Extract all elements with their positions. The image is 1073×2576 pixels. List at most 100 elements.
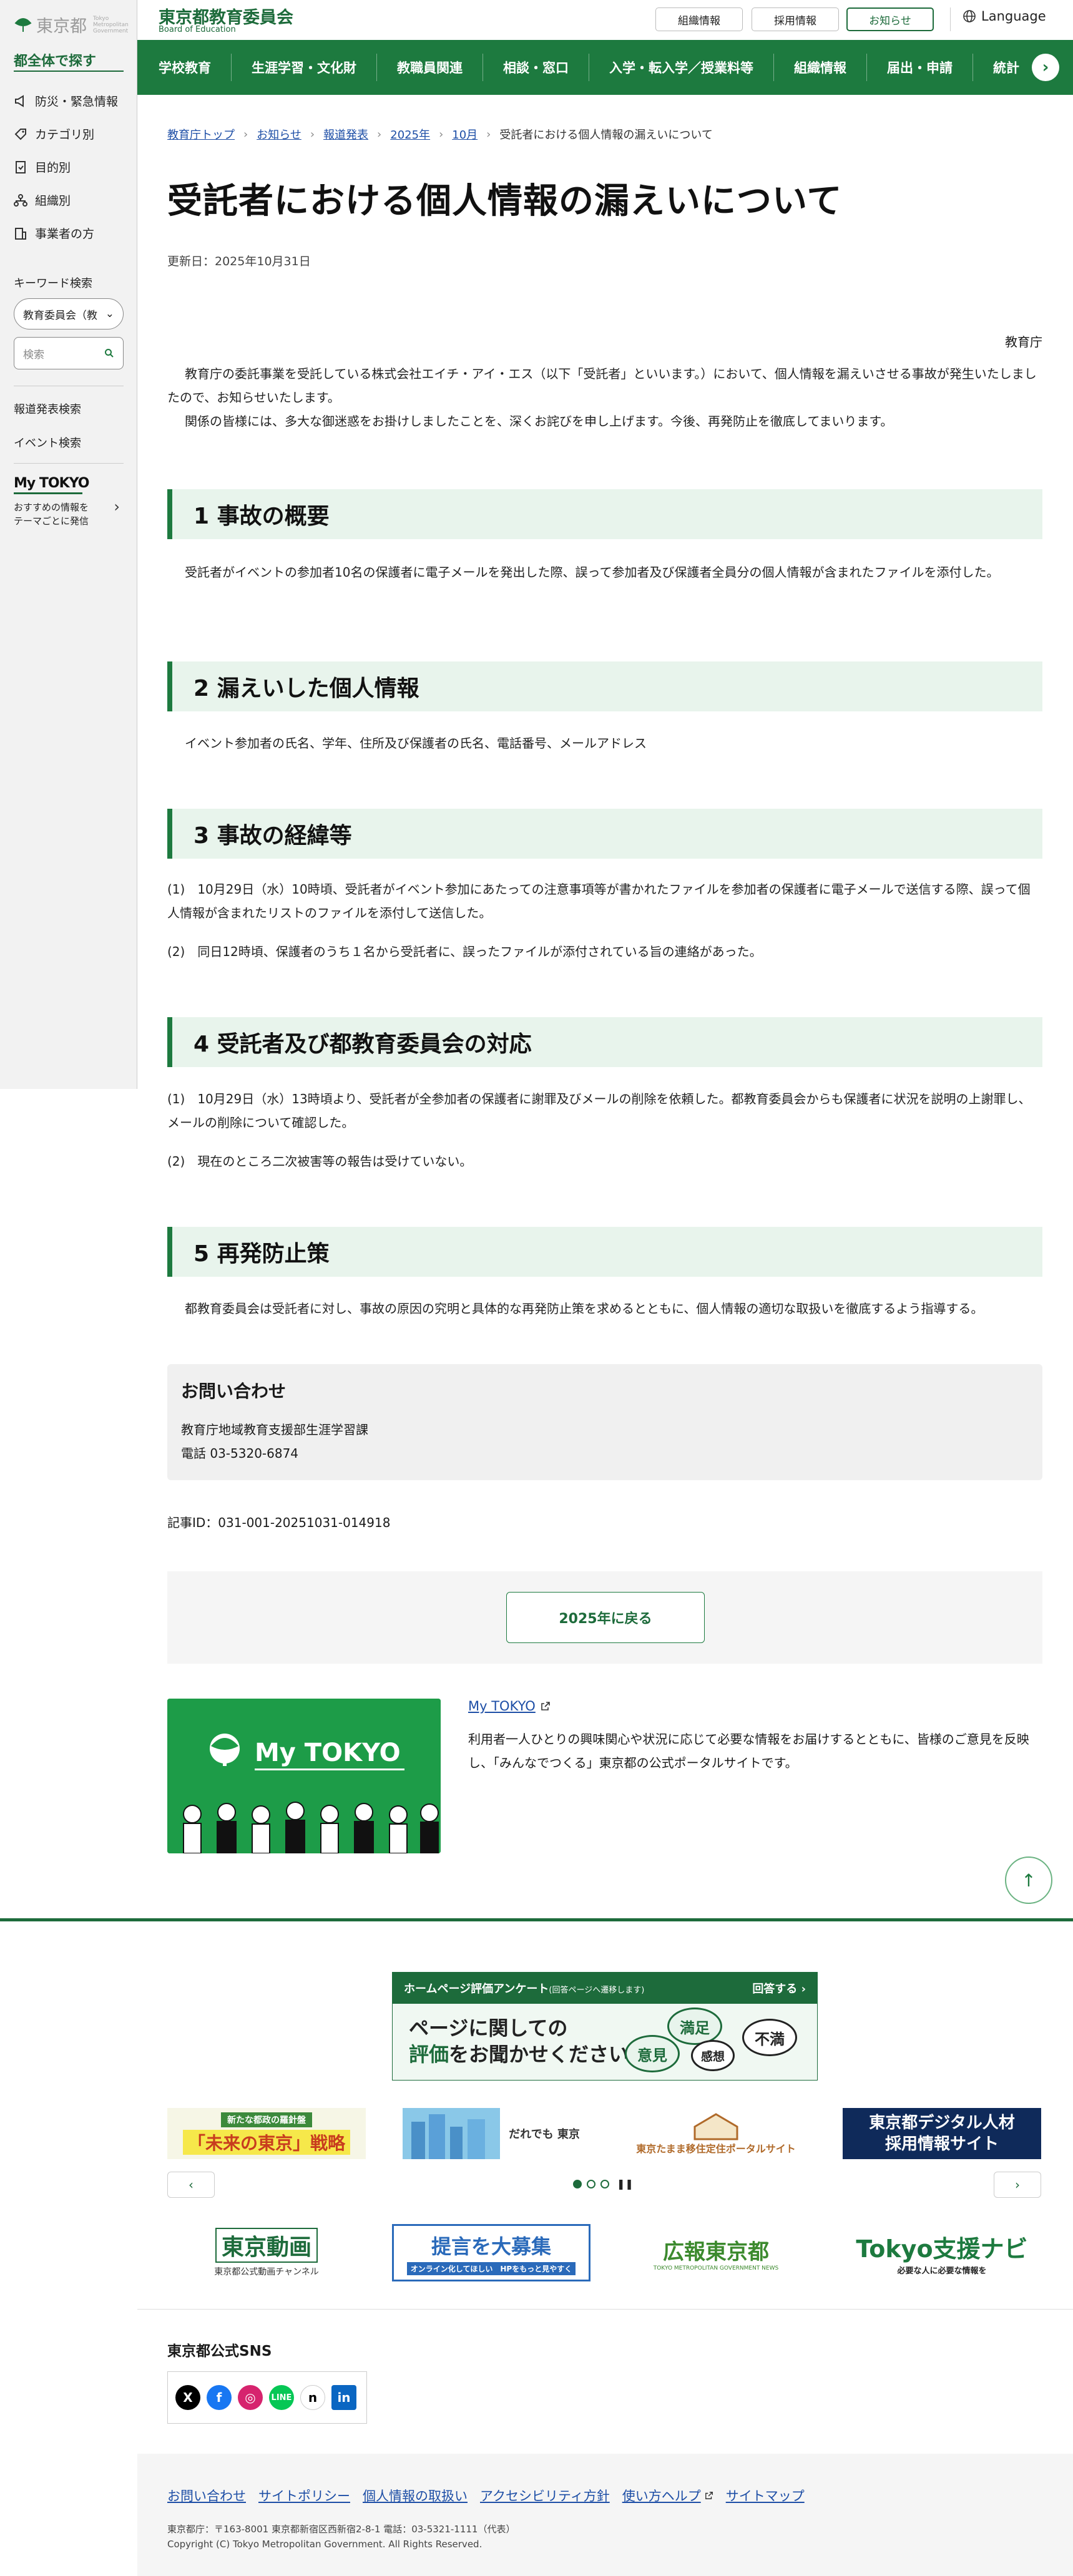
mytokyo-side-logo-text: My TOKYO — [14, 476, 89, 491]
recruit-button[interactable]: 採用情報 — [752, 7, 839, 31]
banner-tokyo-shien-navi[interactable]: Tokyo支援ナビ 必要な人に必要な情報を — [843, 2224, 1041, 2281]
footer-link-privacy[interactable]: 個人情報の取扱い — [363, 2486, 468, 2505]
sns-links: X f ◎ LINE n in — [167, 2371, 367, 2424]
sidebar-item-purpose[interactable]: 目的別 — [14, 159, 71, 175]
sidebar-item-organization[interactable]: 組織別 — [14, 192, 71, 208]
tokyo-logo[interactable]: 東京都 Tokyo Metropolitan Government — [14, 12, 129, 37]
banner-tama-text: 東京たまま移住定住ポータルサイト — [636, 2143, 796, 2155]
nav-item-application[interactable]: 届出・申請 — [866, 54, 973, 81]
banner-tama-island[interactable]: 東京たまま移住定住ポータルサイト — [617, 2108, 815, 2159]
section-paragraph: 都教育委員会は受託者に対し、事故の原因の究明と具体的な再発防止策を求めるとともに… — [185, 1301, 984, 1316]
org-info-button[interactable]: 組織情報 — [655, 7, 743, 31]
sidebar-item-category[interactable]: カテゴリ別 — [14, 125, 94, 142]
sidebar-item-label: 目的別 — [35, 161, 71, 175]
pause-icon[interactable]: ❚❚ — [617, 2178, 634, 2190]
line-icon[interactable]: LINE — [269, 2385, 294, 2410]
press-release-search-link[interactable]: 報道発表検索 — [14, 401, 81, 417]
tokyo-logo-sub: Tokyo Metropolitan Government — [93, 15, 129, 34]
nav-item-admission[interactable]: 入学・転入学／授業料等 — [589, 54, 773, 81]
nav-item-lifelong[interactable]: 生涯学習・文化財 — [231, 54, 376, 81]
instagram-icon[interactable]: ◎ — [238, 2385, 263, 2410]
footer-link-accessibility[interactable]: アクセシビリティ方針 — [480, 2486, 610, 2505]
search-input[interactable]: 検索 — [14, 337, 124, 369]
nav-item-organization[interactable]: 組織情報 — [773, 54, 866, 81]
arrow-up-icon: ↑ — [1021, 1870, 1036, 1891]
bubble-satisfied: 満足 — [667, 2008, 722, 2045]
linkedin-icon[interactable]: in — [331, 2385, 356, 2410]
org-chart-icon — [14, 193, 27, 207]
breadcrumb-link[interactable]: 2025年 — [390, 126, 430, 142]
updated-date: 更新日：2025年10月31日 — [167, 255, 311, 268]
footer-link-sitemap[interactable]: サイトマップ — [726, 2486, 805, 2505]
banner-daredemo-text: だれでも 東京 — [509, 2128, 580, 2141]
carousel-dot[interactable] — [600, 2179, 609, 2188]
sidebar-item-business[interactable]: 事業者の方 — [14, 225, 94, 242]
breadcrumb-link[interactable]: お知らせ — [257, 126, 301, 142]
section-heading: 4 受託者及び都教育委員会の対応 — [167, 1017, 1042, 1067]
breadcrumb: 教育庁トップ › お知らせ › 報道発表 › 2025年 › 10月 › 受託者における個… — [167, 126, 713, 142]
mytokyo-link-text: My TOKYO — [468, 1699, 536, 1714]
contact-title: お問い合わせ — [181, 1381, 287, 1402]
nav-item-consult[interactable]: 相談・窓口 — [483, 54, 589, 81]
chevron-down-icon: ⌄ — [105, 308, 114, 320]
page-top-button[interactable]: ↑ — [1005, 1856, 1052, 1904]
banner-tokyo-douga-main: 東京動画 — [215, 2228, 318, 2263]
survey-bar: ホームページ評価アンケート(回答ページへ遷移します) 回答する › — [393, 1973, 817, 2004]
back-to-year-button[interactable]: 2025年に戻る — [506, 1592, 705, 1643]
nav-item-stats[interactable]: 統計 — [973, 54, 1039, 81]
banner-digital-recruit[interactable]: 東京都デジタル人材 採用情報サイト — [843, 2108, 1041, 2159]
nav-item-school[interactable]: 学校教育 — [159, 54, 231, 81]
sidebar-heading: 都全体で探す — [14, 54, 97, 69]
sns-title: 東京都公式SNS — [167, 2343, 272, 2359]
search-scope-select[interactable]: 教育委員会（教 ⌄ — [14, 298, 124, 329]
note-icon[interactable]: n — [300, 2385, 325, 2410]
banner-daredemo-tokyo[interactable]: だれでも 東京 — [392, 2108, 590, 2159]
section-paragraph: (1) 10月29日（水）10時頃、受託者がイベント参加にあたっての注意事項等が… — [167, 882, 1031, 920]
survey-bar-sub: (回答ページへ遷移します) — [549, 1986, 645, 1995]
breadcrumb-chevron-icon: › — [310, 127, 315, 141]
nav-item-staff[interactable]: 教職員関連 — [376, 54, 483, 81]
survey-banner[interactable]: ホームページ評価アンケート(回答ページへ遷移します) 回答する › ページに関し… — [392, 1972, 818, 2081]
search-icon[interactable] — [104, 348, 114, 358]
language-label: Language — [981, 9, 1046, 24]
mytokyo-banner[interactable]: My TOKYO — [167, 1699, 441, 1853]
carousel-next-button[interactable]: › — [994, 2172, 1041, 2198]
section-paragraph: (1) 10月29日（水）13時頃より、受託者が全参加者の保護者に謝罪及びメール… — [167, 1091, 1031, 1130]
x-icon[interactable]: X — [175, 2385, 200, 2410]
contact-box: お問い合わせ 教育庁地域教育支援部生涯学習課 電話 03-5320-6874 — [167, 1364, 1042, 1480]
banner-tokyo-douga[interactable]: 東京動画 東京都公式動画チャンネル — [167, 2224, 366, 2281]
mytokyo-banner-logo: My TOKYO — [255, 1739, 401, 1767]
event-search-link[interactable]: イベント検索 — [14, 434, 81, 451]
carousel-dot[interactable] — [573, 2179, 582, 2188]
sidebar-item-disaster[interactable]: 防災・緊急情報 — [14, 92, 118, 109]
footer-link-help[interactable]: 使い方ヘルプ — [622, 2486, 713, 2505]
carousel-dot[interactable] — [587, 2179, 595, 2188]
breadcrumb-link[interactable]: 教育庁トップ — [167, 126, 235, 142]
mytokyo-side-link[interactable]: My TOKYO おすすめの情報を テーマごとに発信 › — [14, 476, 124, 528]
carousel-prev-button[interactable]: ‹ — [167, 2172, 215, 2198]
breadcrumb-chevron-icon: › — [439, 127, 444, 141]
chevron-right-icon: › — [114, 498, 120, 515]
breadcrumb-link[interactable]: 報道発表 — [323, 126, 368, 142]
section-paragraph: (2) 現在のところ二次被害等の報告は受けていない。 — [167, 1154, 473, 1169]
footer-bottom: お問い合わせ サイトポリシー 個人情報の取扱い アクセシビリティ方針 使い方ヘル… — [137, 2454, 1073, 2576]
mytokyo-link[interactable]: My TOKYO — [468, 1699, 551, 1714]
banner-koho-tokyo[interactable]: 広報東京都 TOKYO METROPOLITAN GOVERNMENT NEWS — [617, 2224, 815, 2281]
ginkgo-icon — [14, 17, 32, 32]
breadcrumb-link[interactable]: 10月 — [452, 126, 478, 142]
mytokyo-logo-underline — [14, 492, 82, 494]
footer-sns-divider — [137, 2309, 1073, 2310]
banner-proposal[interactable]: 提言を大募集 オンライン化してほしい HPをもっと見やすく — [392, 2224, 590, 2281]
sidebar: 東京都 Tokyo Metropolitan Government 都全体で探す… — [0, 0, 137, 1089]
keyword-search-label: キーワード検索 — [14, 277, 92, 290]
notice-button[interactable]: お知らせ — [846, 7, 934, 31]
footer-link-contact[interactable]: お問い合わせ — [167, 2486, 246, 2505]
facebook-icon[interactable]: f — [207, 2385, 232, 2410]
megaphone-icon — [15, 94, 24, 107]
banner-digital-line2: 採用情報サイト — [884, 2135, 999, 2154]
footer-link-site-policy[interactable]: サイトポリシー — [258, 2486, 350, 2505]
nav-scroll-right-button[interactable]: › — [1032, 54, 1059, 81]
language-button[interactable]: Language — [963, 9, 1046, 24]
building-icon — [15, 227, 26, 240]
banner-future-tokyo[interactable]: 新たな都政の羅針盤 「未来の東京」戦略 — [167, 2108, 366, 2159]
